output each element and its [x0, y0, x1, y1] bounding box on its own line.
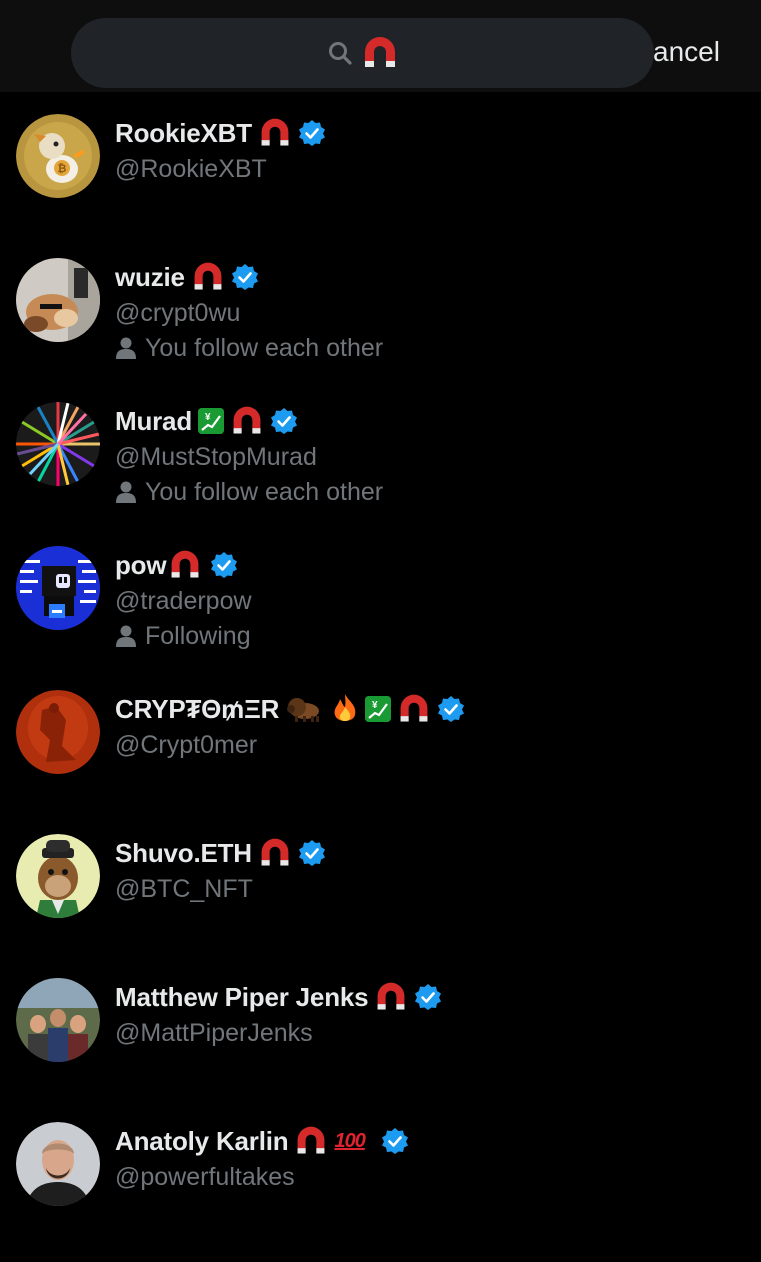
person-icon — [116, 625, 136, 647]
magnet-icon — [298, 1126, 325, 1154]
user-row-shuvo-eth[interactable]: Shuvo.ETH @BTC_NFT — [0, 834, 761, 974]
user-handle: @BTC_NFT — [115, 875, 253, 903]
display-name: RookieXBT — [115, 117, 252, 148]
name-line: Matthew Piper Jenks — [115, 980, 751, 1014]
person-icon — [116, 481, 136, 503]
name-line: wuzie — [115, 260, 751, 294]
avatar[interactable]: ₿ — [16, 114, 100, 198]
user-info: wuzie @crypt0wu You follow each other — [115, 260, 751, 366]
user-info: CRYP₮Θ₥ΞR ¥ @Crypt0mer — [115, 692, 751, 762]
chart-yen-icon: ¥ — [198, 408, 225, 434]
person-icon — [116, 337, 136, 359]
magnet-icon — [171, 550, 199, 578]
magnet-icon — [233, 406, 261, 434]
search-header: ancel — [0, 0, 761, 92]
avatar[interactable] — [16, 546, 100, 630]
display-name: CRYP₮Θ₥ΞR — [115, 693, 280, 724]
magnet-icon — [377, 982, 405, 1010]
relationship-label: Following — [145, 622, 251, 650]
user-row-wuzie[interactable]: wuzie @crypt0wu You follow each other — [0, 258, 761, 398]
display-name: Shuvo.ETH — [115, 837, 252, 868]
avatar[interactable] — [16, 834, 100, 918]
user-handle: @Crypt0mer — [115, 731, 258, 759]
avatar[interactable] — [16, 978, 100, 1062]
avatar[interactable] — [16, 1122, 100, 1206]
user-handle: @MattPiperJenks — [115, 1019, 313, 1047]
name-line: Anatoly Karlin 100 — [115, 1124, 751, 1158]
verified-badge-icon — [271, 408, 298, 434]
bison-icon — [287, 698, 320, 722]
display-name: wuzie — [115, 261, 185, 292]
user-row-anatoly-karlin[interactable]: Anatoly Karlin 100 @powerfultakes — [0, 1122, 761, 1262]
display-name: pow — [115, 549, 167, 580]
user-row-murad[interactable]: Murad ¥ @MustStopMurad You follow each o… — [0, 402, 761, 542]
user-row-crypt0mer[interactable]: CRYP₮Θ₥ΞR ¥ @Crypt0mer — [0, 690, 761, 830]
avatar[interactable] — [16, 402, 100, 486]
user-info: Shuvo.ETH @BTC_NFT — [115, 836, 751, 906]
magnet-icon — [364, 37, 395, 67]
user-handle: @MustStopMurad — [115, 443, 317, 471]
search-input[interactable] — [71, 18, 654, 88]
display-name: Murad — [115, 405, 193, 436]
name-line: Murad ¥ — [115, 404, 751, 438]
user-row-pow[interactable]: pow @traderpow Following — [0, 546, 761, 686]
verified-badge-icon — [381, 1128, 408, 1154]
name-line: pow — [115, 548, 751, 582]
fire-icon — [334, 694, 356, 721]
hundred-points-icon: 100 — [334, 1129, 365, 1152]
verified-badge-icon — [231, 264, 258, 290]
avatar[interactable] — [16, 690, 100, 774]
name-line: RookieXBT — [115, 116, 751, 150]
search-icon — [328, 42, 352, 65]
cancel-button[interactable]: ancel — [653, 36, 720, 68]
verified-badge-icon — [298, 840, 325, 866]
avatar[interactable] — [16, 258, 100, 342]
verified-badge-icon — [415, 984, 442, 1010]
svg-text:¥: ¥ — [205, 412, 211, 423]
magnet-icon — [400, 694, 428, 722]
verified-badge-icon — [298, 120, 325, 146]
user-handle: @RookieXBT — [115, 155, 267, 183]
user-info: RookieXBT @RookieXBT — [115, 116, 751, 186]
user-handle: @powerfultakes — [115, 1163, 295, 1191]
user-info: Anatoly Karlin 100 @powerfultakes — [115, 1124, 751, 1194]
verified-badge-icon — [438, 696, 465, 722]
user-info: Matthew Piper Jenks @MattPiperJenks — [115, 980, 751, 1050]
verified-badge-icon — [211, 552, 238, 578]
name-line: Shuvo.ETH — [115, 836, 751, 870]
user-info: pow @traderpow Following — [115, 548, 751, 654]
display-name: Matthew Piper Jenks — [115, 981, 369, 1012]
relationship-label: You follow each other — [145, 334, 384, 362]
chart-yen-icon: ¥ — [365, 696, 392, 722]
user-row-matthew-piper-jenks[interactable]: Matthew Piper Jenks @MattPiperJenks — [0, 978, 761, 1118]
display-name: Anatoly Karlin — [115, 1125, 289, 1156]
relationship-status: You follow each other — [115, 474, 751, 510]
user-info: Murad ¥ @MustStopMurad You follow each o… — [115, 404, 751, 510]
relationship-label: You follow each other — [145, 478, 384, 506]
magnet-icon — [194, 262, 222, 290]
user-handle: @crypt0wu — [115, 299, 241, 327]
relationship-status: You follow each other — [115, 330, 751, 366]
svg-text:¥: ¥ — [372, 700, 378, 711]
magnet-icon — [261, 838, 289, 866]
user-handle: @traderpow — [115, 587, 252, 615]
name-line: CRYP₮Θ₥ΞR ¥ — [115, 692, 751, 726]
relationship-status: Following — [115, 618, 751, 654]
user-row-rookiexbt[interactable]: ₿ RookieXBT @RookieXBT — [0, 114, 761, 254]
magnet-icon — [261, 118, 289, 146]
svg-text:₿: ₿ — [58, 163, 67, 175]
